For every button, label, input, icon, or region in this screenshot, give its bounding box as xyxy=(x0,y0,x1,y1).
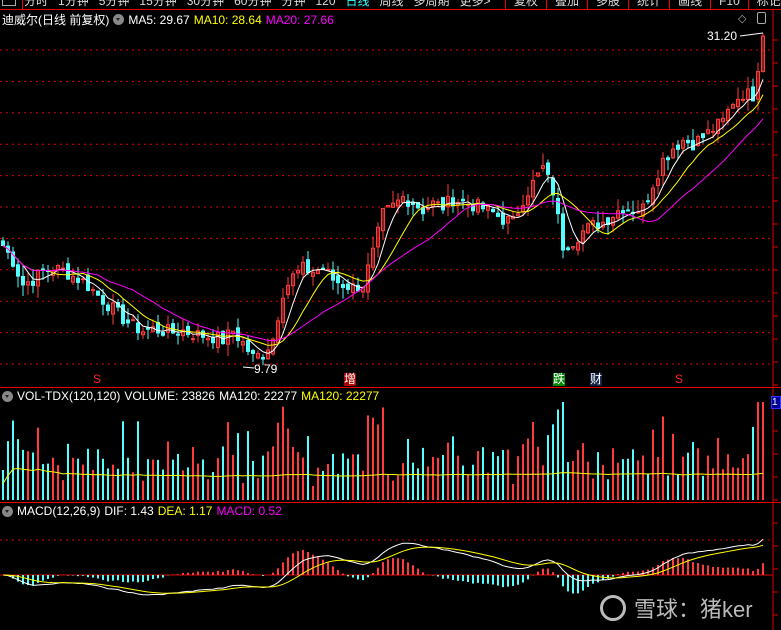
candle xyxy=(221,330,225,345)
candle xyxy=(81,278,85,281)
candle xyxy=(566,247,570,251)
event-marker-finance[interactable]: 财 xyxy=(590,373,602,386)
candle xyxy=(626,209,630,212)
event-marker-increase[interactable]: 增 xyxy=(344,373,356,386)
candle xyxy=(501,212,505,225)
candle xyxy=(306,259,310,274)
candle xyxy=(86,274,90,291)
candle xyxy=(106,304,110,312)
candle xyxy=(621,210,625,214)
candle xyxy=(61,267,65,270)
candle xyxy=(556,197,560,215)
candle xyxy=(686,139,690,144)
candle xyxy=(711,130,715,133)
candle xyxy=(136,322,140,334)
candle xyxy=(561,213,565,251)
high-pointer xyxy=(739,32,764,37)
candle xyxy=(261,356,265,360)
candle xyxy=(16,264,20,277)
candle xyxy=(131,319,135,322)
candle xyxy=(451,197,455,207)
kline-chart[interactable] xyxy=(0,0,781,630)
candle xyxy=(666,157,670,161)
candle xyxy=(406,200,410,207)
candle xyxy=(436,201,440,204)
candle xyxy=(1,240,5,247)
candle xyxy=(741,98,745,101)
candle xyxy=(176,333,180,336)
candle xyxy=(546,162,550,175)
axis-badge: 1 xyxy=(771,396,781,409)
candle xyxy=(421,207,425,215)
candle xyxy=(596,222,600,230)
candle xyxy=(161,331,165,336)
candle xyxy=(126,319,130,324)
candle xyxy=(346,283,350,290)
candle xyxy=(331,269,335,281)
candle xyxy=(101,295,105,305)
candle xyxy=(31,280,35,286)
watermark: 雪球：猪ker xyxy=(600,592,753,624)
event-marker-drop[interactable]: 跌 xyxy=(553,373,565,386)
candle xyxy=(341,284,345,288)
high-price-label: 31.20 xyxy=(707,29,738,43)
candle xyxy=(676,144,680,150)
candle xyxy=(191,338,195,341)
candle xyxy=(491,208,495,213)
candle xyxy=(646,200,650,203)
candle xyxy=(76,277,80,283)
xueqiu-logo-icon xyxy=(600,595,626,621)
candle xyxy=(251,350,255,354)
candle xyxy=(246,339,250,352)
signal-marker[interactable]: S xyxy=(91,373,103,386)
candle xyxy=(21,275,25,286)
candle xyxy=(146,327,150,330)
candle xyxy=(701,133,705,139)
candle xyxy=(441,197,445,211)
candle xyxy=(551,177,555,196)
candle xyxy=(211,336,215,344)
candle xyxy=(121,304,125,325)
low-price-label: 9.79 xyxy=(254,362,278,376)
low-pointer xyxy=(242,366,255,369)
candle xyxy=(496,212,500,217)
signal-marker[interactable]: S xyxy=(673,373,685,386)
candle xyxy=(461,198,465,202)
candle xyxy=(186,325,190,336)
candle xyxy=(96,290,100,296)
candle xyxy=(336,275,340,284)
